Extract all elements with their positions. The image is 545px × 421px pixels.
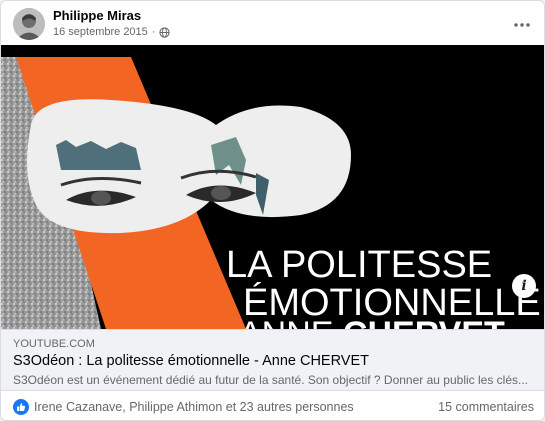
post-header: Philippe Miras 16 septembre 2015 · bbox=[1, 1, 544, 45]
post-date[interactable]: 16 septembre 2015 bbox=[53, 26, 148, 38]
like-icon[interactable] bbox=[13, 399, 29, 415]
avatar[interactable] bbox=[13, 8, 45, 40]
image-author-line: ANNE CHERVET bbox=[239, 315, 505, 329]
author-name[interactable]: Philippe Miras bbox=[53, 8, 141, 23]
globe-icon[interactable] bbox=[159, 26, 171, 38]
link-description: S3Odéon est un événement dédié au futur … bbox=[13, 373, 528, 387]
reactions-bar: Irene Cazanave, Philippe Athimon et 23 a… bbox=[1, 391, 544, 420]
link-title[interactable]: S3Odéon : La politesse émotionnelle - An… bbox=[13, 353, 533, 369]
reactors-list[interactable]: Irene Cazanave, Philippe Athimon et 23 a… bbox=[34, 400, 354, 414]
image-title-line1: LA POLITESSE bbox=[226, 244, 492, 286]
meta-separator: · bbox=[151, 26, 156, 38]
image-author-firstname: ANNE bbox=[239, 315, 343, 329]
more-options-icon bbox=[514, 14, 530, 32]
link-caption[interactable]: YOUTUBE.COM S3Odéon : La politesse émoti… bbox=[1, 329, 544, 391]
more-options-button[interactable] bbox=[508, 9, 536, 37]
link-preview-image[interactable]: LA POLITESSE ÉMOTIONNELLE ANNE CHERVET bbox=[1, 45, 544, 329]
link-domain: YOUTUBE.COM bbox=[13, 338, 95, 350]
post-card: Philippe Miras 16 septembre 2015 · LA PO… bbox=[0, 0, 545, 421]
post-meta: 16 septembre 2015 · bbox=[53, 26, 171, 38]
info-icon[interactable]: i bbox=[512, 274, 536, 298]
image-author-lastname: CHERVET bbox=[343, 315, 505, 329]
comments-count[interactable]: 15 commentaires bbox=[438, 400, 534, 414]
